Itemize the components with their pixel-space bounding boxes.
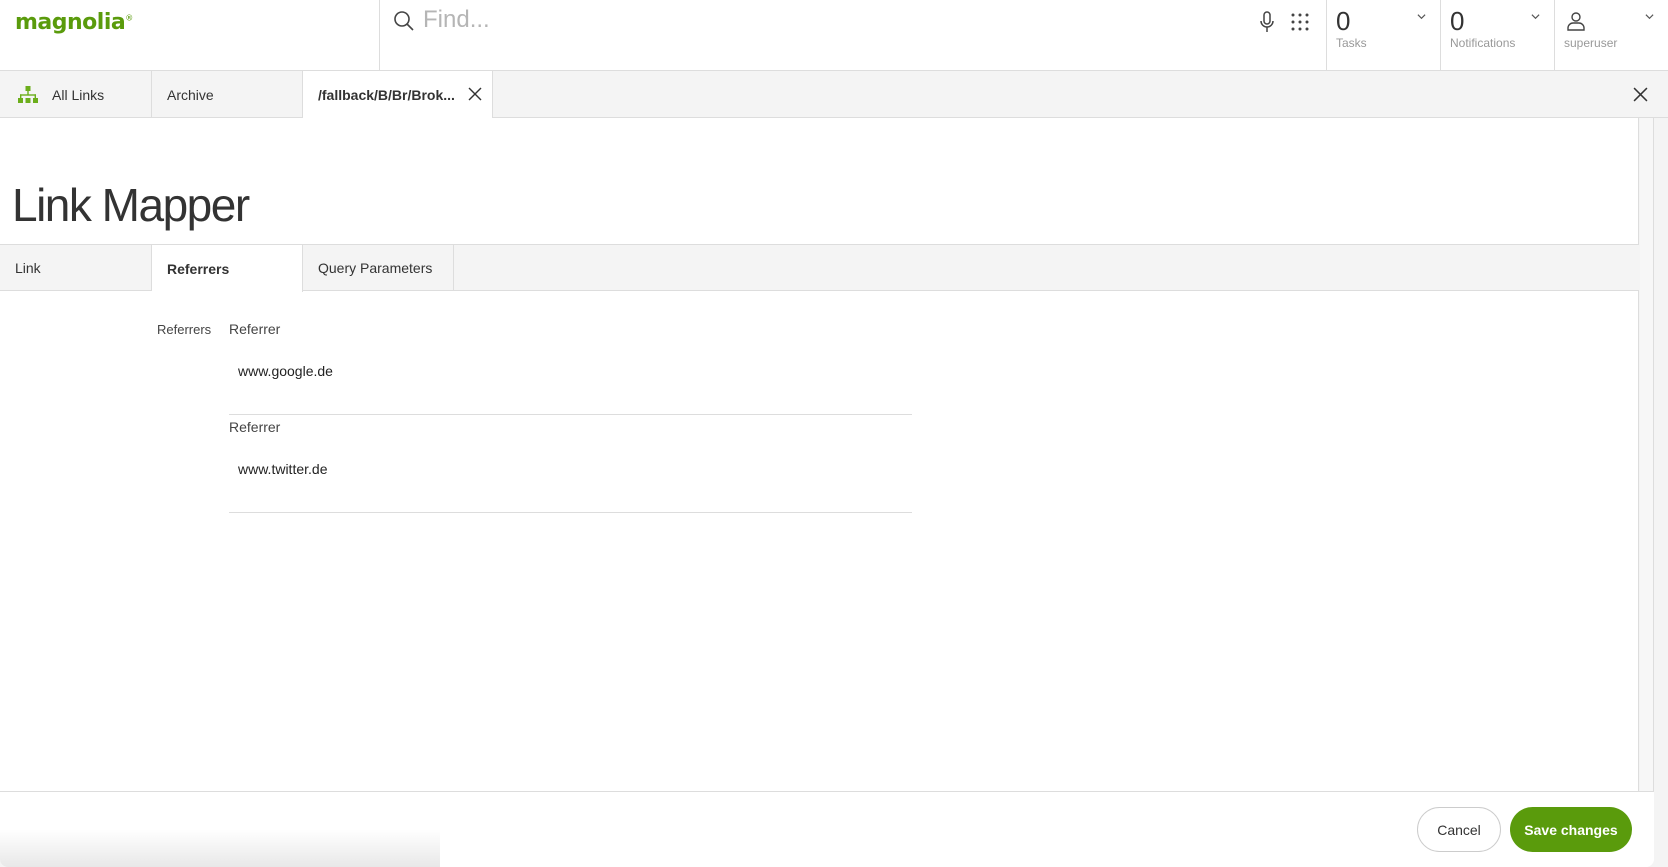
referrer-field: Referrer — [229, 415, 912, 513]
page-title: Link Mapper — [12, 179, 250, 231]
close-icon[interactable] — [1633, 87, 1648, 102]
tab-label: Link — [15, 259, 41, 276]
cancel-button[interactable]: Cancel — [1417, 807, 1501, 852]
apps-grid-icon[interactable] — [1290, 12, 1310, 32]
save-changes-button[interactable]: Save changes — [1510, 807, 1632, 852]
form-tabs: Link Referrers Query Parameters — [0, 244, 1639, 292]
search-icon — [394, 11, 414, 31]
referrer-input[interactable] — [229, 451, 912, 487]
tab-all-links[interactable]: All Links — [0, 71, 152, 118]
footer-shadow — [0, 829, 440, 867]
tab-label: Query Parameters — [318, 259, 433, 276]
tasks-count: 0 — [1336, 6, 1351, 36]
referrer-label: Referrer — [229, 419, 281, 435]
action-footer: Cancel Save changes — [0, 791, 1654, 867]
tab-label: Archive — [167, 86, 214, 103]
top-header: magnolia® 0 Tasks 0 Notifications superu… — [0, 0, 1668, 71]
app-window: magnolia® 0 Tasks 0 Notifications superu… — [0, 0, 1668, 867]
username: superuser — [1564, 36, 1618, 50]
user-menu[interactable]: superuser — [1555, 0, 1668, 71]
tab-referrers[interactable]: Referrers — [152, 244, 303, 292]
logo-cell: magnolia® — [0, 0, 380, 71]
user-icon — [1567, 12, 1585, 31]
chevron-down-icon — [1531, 14, 1540, 20]
referrer-label: Referrer — [229, 321, 281, 337]
tree-icon — [18, 85, 38, 103]
detail-panel: Link Mapper Link Referrers Query Paramet… — [0, 118, 1639, 791]
tab-label: /fallback/B/Br/Brok... — [318, 87, 455, 103]
notifications-count: 0 — [1450, 6, 1465, 36]
tab-label: Referrers — [167, 260, 230, 277]
tasks-indicator[interactable]: 0 Tasks — [1327, 0, 1441, 71]
search-bar — [380, 0, 1327, 70]
microphone-icon[interactable] — [1258, 10, 1276, 34]
notifications-label: Notifications — [1450, 36, 1516, 50]
tab-archive[interactable]: Archive — [152, 71, 303, 118]
referrer-input[interactable] — [229, 353, 912, 389]
search-input[interactable] — [423, 2, 1203, 38]
tab-query-parameters[interactable]: Query Parameters — [303, 244, 454, 291]
magnolia-logo[interactable]: magnolia® — [15, 10, 133, 35]
tab-label: All Links — [52, 86, 105, 103]
chevron-down-icon — [1645, 14, 1654, 20]
scrollbar[interactable] — [1640, 118, 1654, 791]
close-tab-icon[interactable] — [468, 87, 482, 101]
document-tabs: All Links Archive /fallback/B/Br/Brok... — [0, 71, 1668, 119]
tasks-label: Tasks — [1336, 36, 1367, 50]
referrers-group-label: Referrers — [157, 322, 212, 337]
notifications-indicator[interactable]: 0 Notifications — [1441, 0, 1555, 71]
tab-link[interactable]: Link — [0, 244, 152, 291]
tab-link-item[interactable]: /fallback/B/Br/Brok... — [303, 71, 493, 119]
referrer-field: Referrer — [229, 317, 912, 415]
chevron-down-icon — [1417, 14, 1426, 20]
